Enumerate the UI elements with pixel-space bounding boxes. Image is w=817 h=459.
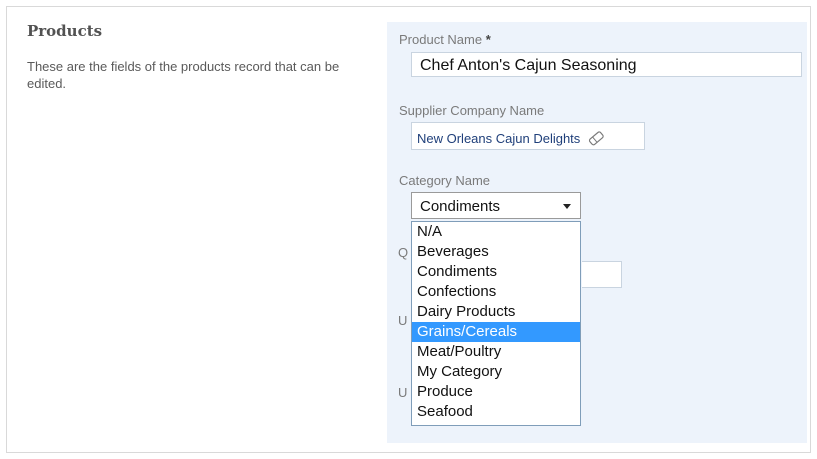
hidden-label-u2: U <box>398 385 408 400</box>
category-select[interactable]: Condiments <box>411 192 581 219</box>
category-option[interactable]: Grains/Cereals <box>412 322 580 342</box>
hidden-input[interactable] <box>582 261 622 288</box>
category-option[interactable]: Condiments <box>412 262 580 282</box>
category-option[interactable]: N/A <box>412 222 580 242</box>
category-label: Category Name <box>399 173 491 188</box>
chevron-down-icon[interactable] <box>563 204 571 209</box>
required-marker: * <box>485 32 491 47</box>
category-option[interactable]: Beverages <box>412 242 580 262</box>
category-option[interactable]: Dairy Products <box>412 302 580 322</box>
supplier-value[interactable]: New Orleans Cajun Delights <box>417 131 580 146</box>
category-option[interactable]: My Category <box>412 362 580 382</box>
supplier-lookup[interactable]: New Orleans Cajun Delights <box>411 122 645 150</box>
category-option[interactable]: Seafood <box>412 402 580 422</box>
eraser-icon[interactable] <box>587 130 605 149</box>
supplier-label: Supplier Company Name <box>399 103 545 118</box>
category-option[interactable]: Confections <box>412 282 580 302</box>
hidden-label-q: Q <box>398 245 409 260</box>
category-dropdown-list[interactable]: N/A Beverages Condiments Confections Dai… <box>411 221 581 426</box>
product-name-label-text: Product Name <box>399 32 483 47</box>
section-description: These are the fields of the products rec… <box>27 59 340 91</box>
category-option[interactable]: Meat/Poultry <box>412 342 580 362</box>
product-name-label: Product Name * <box>399 32 491 47</box>
section-title: Products <box>27 22 103 40</box>
product-name-input[interactable]: Chef Anton's Cajun Seasoning <box>411 52 802 77</box>
category-option[interactable]: Produce <box>412 382 580 402</box>
hidden-label-u1: U <box>398 313 408 328</box>
category-selected-value: Condiments <box>420 198 501 215</box>
